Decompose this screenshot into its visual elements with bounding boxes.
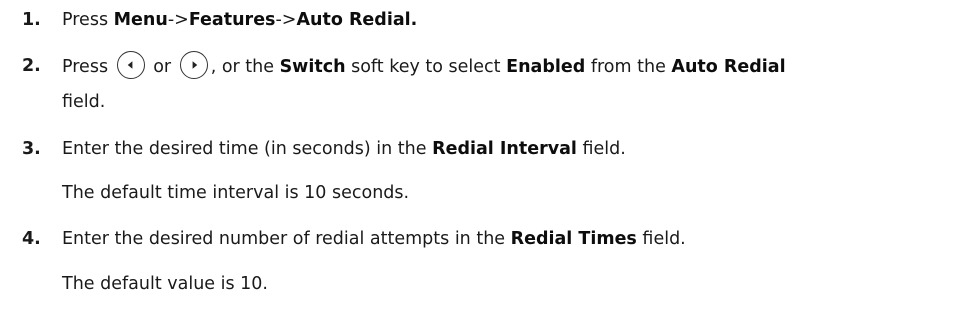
- step-1-features: Features: [188, 10, 276, 30]
- step-1-text-a: Press: [62, 10, 114, 30]
- step-3-text: Enter the desired time (in seconds) in t…: [62, 136, 626, 162]
- step-4-note: The default value is 10.: [62, 274, 268, 294]
- step-3-text-b: field.: [576, 139, 626, 159]
- step-2-auto-redial: Auto Redial: [671, 57, 786, 77]
- step-4-number: 4.: [22, 229, 41, 249]
- step-2-continuation: field.: [62, 92, 106, 112]
- step-1-number: 1.: [22, 10, 41, 30]
- step-1-arrow-1: ->: [167, 10, 189, 30]
- step-2-enabled: Enabled: [506, 57, 586, 77]
- step-2-or: or: [153, 57, 172, 77]
- step-2-text: Press or , or the Switch soft key to sel…: [62, 51, 786, 79]
- step-3-text-a: Enter the desired time (in seconds) in t…: [62, 139, 433, 159]
- step-2-or-the: , or the: [210, 57, 280, 77]
- step-2-press: Press: [62, 57, 109, 77]
- step-4-text-a: Enter the desired number of redial attem…: [62, 229, 511, 249]
- step-3-redial-interval: Redial Interval: [432, 139, 577, 159]
- step-2-from-the: from the: [585, 57, 672, 77]
- step-1-menu: Menu: [113, 10, 168, 30]
- step-4-text: Enter the desired number of redial attem…: [62, 226, 686, 252]
- step-2-softkey: soft key to select: [345, 57, 507, 77]
- step-2-number: 2.: [22, 56, 41, 76]
- left-arrow-key-icon: [116, 51, 145, 79]
- step-1-arrow-2: ->: [275, 10, 297, 30]
- step-3-number: 3.: [22, 139, 41, 159]
- step-4-text-b: field.: [636, 229, 686, 249]
- step-2-switch: Switch: [279, 57, 346, 77]
- instruction-document: 1. Press Menu->Features->Auto Redial. 2.…: [0, 0, 972, 327]
- right-arrow-key-icon: [179, 51, 208, 79]
- step-1-text: Press Menu->Features->Auto Redial.: [62, 7, 417, 33]
- step-3-note: The default time interval is 10 seconds.: [62, 183, 410, 203]
- step-4-redial-times: Redial Times: [510, 229, 637, 249]
- step-1-auto-redial: Auto Redial.: [296, 10, 418, 30]
